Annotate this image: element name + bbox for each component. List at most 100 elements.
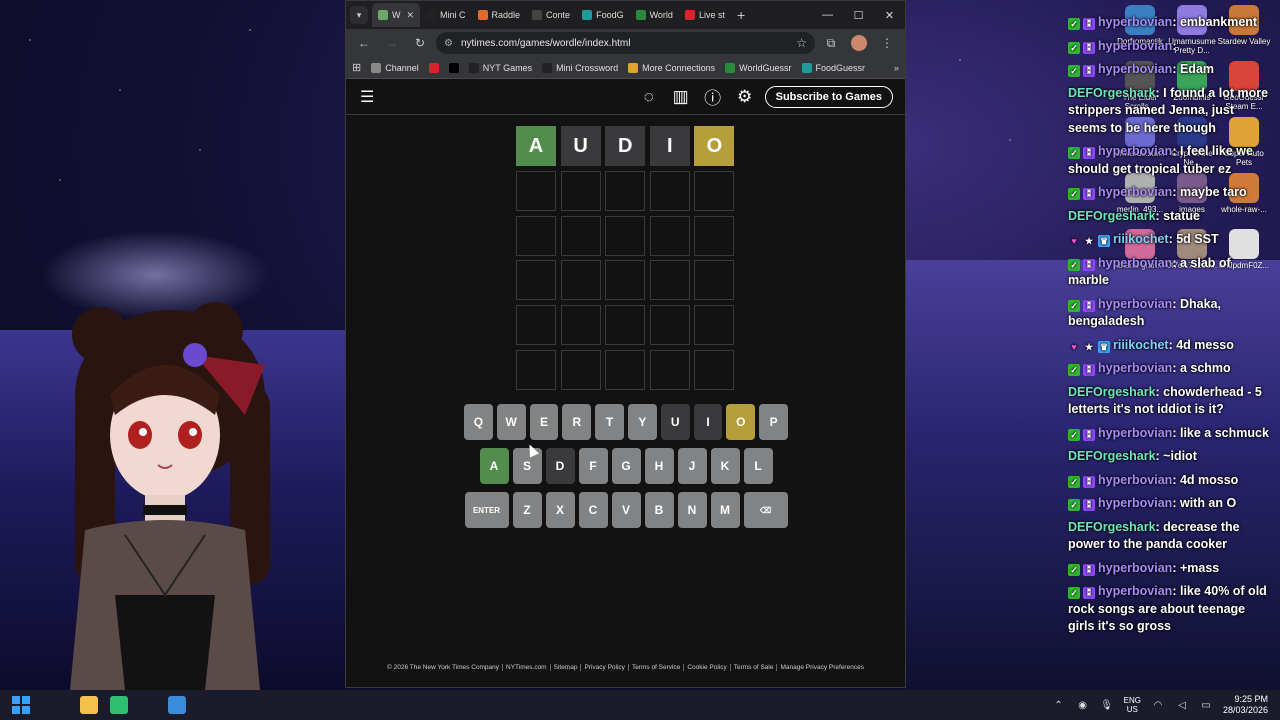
tray-overflow-icon[interactable]: ⌃ xyxy=(1052,700,1066,711)
bookmark-item[interactable] xyxy=(428,62,439,73)
address-bar[interactable]: ⚙ nytimes.com/games/wordle/index.html ☆ xyxy=(436,32,815,54)
reload-icon[interactable]: ↻ xyxy=(408,32,432,54)
footer-link[interactable]: Sitemap xyxy=(550,664,582,671)
key-b[interactable]: B xyxy=(644,492,674,528)
chat-username[interactable]: hyperbovian xyxy=(1098,15,1172,29)
bookmark-star-icon[interactable]: ☆ xyxy=(796,36,807,50)
bookmark-item[interactable]: FoodGuessr xyxy=(801,62,865,73)
chat-username[interactable]: hyperbovian xyxy=(1098,361,1172,375)
new-tab-icon[interactable]: + xyxy=(731,7,751,23)
key-e[interactable]: E xyxy=(529,404,559,440)
key-a[interactable]: A xyxy=(479,448,509,484)
chat-username[interactable]: DEFOrgeshark xyxy=(1068,209,1156,223)
settings-gear-icon[interactable]: ⚙ xyxy=(735,87,755,107)
maximize-icon[interactable]: ☐ xyxy=(843,9,874,22)
footer-link[interactable]: NYTimes.com xyxy=(503,664,551,671)
backspace-key[interactable]: ⌫ xyxy=(743,492,788,528)
bookmark-item[interactable]: More Connections xyxy=(628,62,715,73)
bookmark-item[interactable] xyxy=(448,62,459,73)
chat-username[interactable]: DEFOrgeshark xyxy=(1068,449,1156,463)
chat-username[interactable]: hyperbovian xyxy=(1098,297,1172,311)
chat-username[interactable]: hyperbovian xyxy=(1098,496,1172,510)
key-v[interactable]: V xyxy=(611,492,641,528)
footer-link[interactable]: Terms of Sale xyxy=(730,664,778,671)
forward-icon[interactable]: → xyxy=(380,32,404,54)
browser-tab[interactable]: World xyxy=(630,3,679,27)
key-o[interactable]: O xyxy=(726,404,756,440)
chat-username[interactable]: hyperbovian xyxy=(1098,426,1172,440)
close-tab-icon[interactable]: ✕ xyxy=(407,10,415,21)
bookmark-item[interactable]: Channel xyxy=(371,62,419,73)
taskbar-app-icon-2[interactable] xyxy=(168,696,186,714)
chat-username[interactable]: riiikochet xyxy=(1113,232,1169,246)
language-indicator[interactable]: ENG US xyxy=(1124,696,1141,714)
site-info-icon[interactable]: ⚙ xyxy=(444,38,453,49)
chat-username[interactable]: DEFOrgeshark xyxy=(1068,520,1156,534)
browser-tab[interactable]: FoodG xyxy=(576,3,630,27)
browser-tab[interactable]: Live st xyxy=(679,3,731,27)
chat-username[interactable]: hyperbovian xyxy=(1098,39,1172,53)
browser-tab[interactable]: Mini C xyxy=(420,3,472,27)
extensions-icon[interactable]: ⧉ xyxy=(819,32,843,54)
enter-key[interactable]: ENTER xyxy=(464,492,509,528)
file-explorer-icon[interactable] xyxy=(80,696,98,714)
tab-search-icon[interactable]: ▾ xyxy=(350,6,368,24)
bookmark-item[interactable]: Mini Crossword xyxy=(542,62,618,73)
statistics-icon[interactable]: ▥ xyxy=(671,87,691,107)
close-window-icon[interactable]: ✕ xyxy=(874,9,905,22)
key-w[interactable]: W xyxy=(496,404,526,440)
key-h[interactable]: H xyxy=(644,448,674,484)
bookmarks-overflow-icon[interactable]: » xyxy=(894,63,899,73)
footer-link[interactable]: © 2026 The New York Times Company xyxy=(384,664,504,671)
key-j[interactable]: J xyxy=(677,448,707,484)
footer-link[interactable]: Cookie Policy xyxy=(684,664,731,671)
bookmark-item[interactable]: WorldGuessr xyxy=(725,62,792,73)
back-icon[interactable]: ← xyxy=(352,32,376,54)
clock[interactable]: 9:25 PM 28/03/2026 xyxy=(1223,694,1268,716)
windows-start-icon[interactable] xyxy=(12,696,30,714)
browser-menu-icon[interactable]: ⋮ xyxy=(875,32,899,54)
hamburger-menu-icon[interactable]: ☰ xyxy=(360,87,374,107)
profile-avatar[interactable] xyxy=(847,32,871,54)
chat-username[interactable]: DEFOrgeshark xyxy=(1068,385,1156,399)
minimize-icon[interactable]: — xyxy=(812,9,843,22)
chat-username[interactable]: hyperbovian xyxy=(1098,584,1172,598)
footer-link[interactable]: Manage Privacy Preferences xyxy=(777,664,866,671)
footer-link[interactable]: Terms of Service xyxy=(628,664,685,671)
chat-username[interactable]: hyperbovian xyxy=(1098,256,1172,270)
browser-tab[interactable]: Raddle xyxy=(472,3,527,27)
volume-icon[interactable]: ◁ xyxy=(1175,700,1189,711)
key-l[interactable]: L xyxy=(743,448,773,484)
taskbar-app-icon[interactable] xyxy=(110,696,128,714)
microphone-icon[interactable]: 🎙 xyxy=(1100,700,1114,711)
key-g[interactable]: G xyxy=(611,448,641,484)
chat-username[interactable]: riiikochet xyxy=(1113,338,1169,352)
key-y[interactable]: Y xyxy=(628,404,657,440)
battery-icon[interactable]: ▭ xyxy=(1199,700,1213,711)
hint-bulb-icon[interactable]: ◌ xyxy=(639,87,659,107)
chat-username[interactable]: hyperbovian xyxy=(1098,62,1172,76)
footer-link[interactable]: Privacy Policy xyxy=(581,664,629,671)
chat-username[interactable]: hyperbovian xyxy=(1098,473,1172,487)
wifi-icon[interactable]: ◠ xyxy=(1151,700,1165,711)
browser-tab[interactable]: Conte xyxy=(526,3,576,27)
key-q[interactable]: Q xyxy=(464,404,493,440)
help-icon[interactable]: ⓘ xyxy=(703,84,723,109)
key-t[interactable]: T xyxy=(595,404,624,440)
key-r[interactable]: R xyxy=(562,404,592,440)
key-m[interactable]: M xyxy=(710,492,740,528)
key-k[interactable]: K xyxy=(710,448,740,484)
chat-username[interactable]: hyperbovian xyxy=(1098,144,1172,158)
bookmark-item[interactable]: NYT Games xyxy=(468,62,532,73)
key-p[interactable]: P xyxy=(759,404,788,440)
key-n[interactable]: N xyxy=(677,492,707,528)
apps-grid-icon[interactable]: ⊞ xyxy=(352,61,361,74)
key-x[interactable]: X xyxy=(545,492,575,528)
key-d[interactable]: D xyxy=(545,448,575,484)
key-u[interactable]: U xyxy=(660,404,690,440)
chat-username[interactable]: hyperbovian xyxy=(1098,561,1172,575)
tray-app-icon[interactable]: ◉ xyxy=(1076,700,1090,711)
key-c[interactable]: C xyxy=(578,492,608,528)
chat-username[interactable]: hyperbovian xyxy=(1098,185,1172,199)
key-f[interactable]: F xyxy=(578,448,608,484)
